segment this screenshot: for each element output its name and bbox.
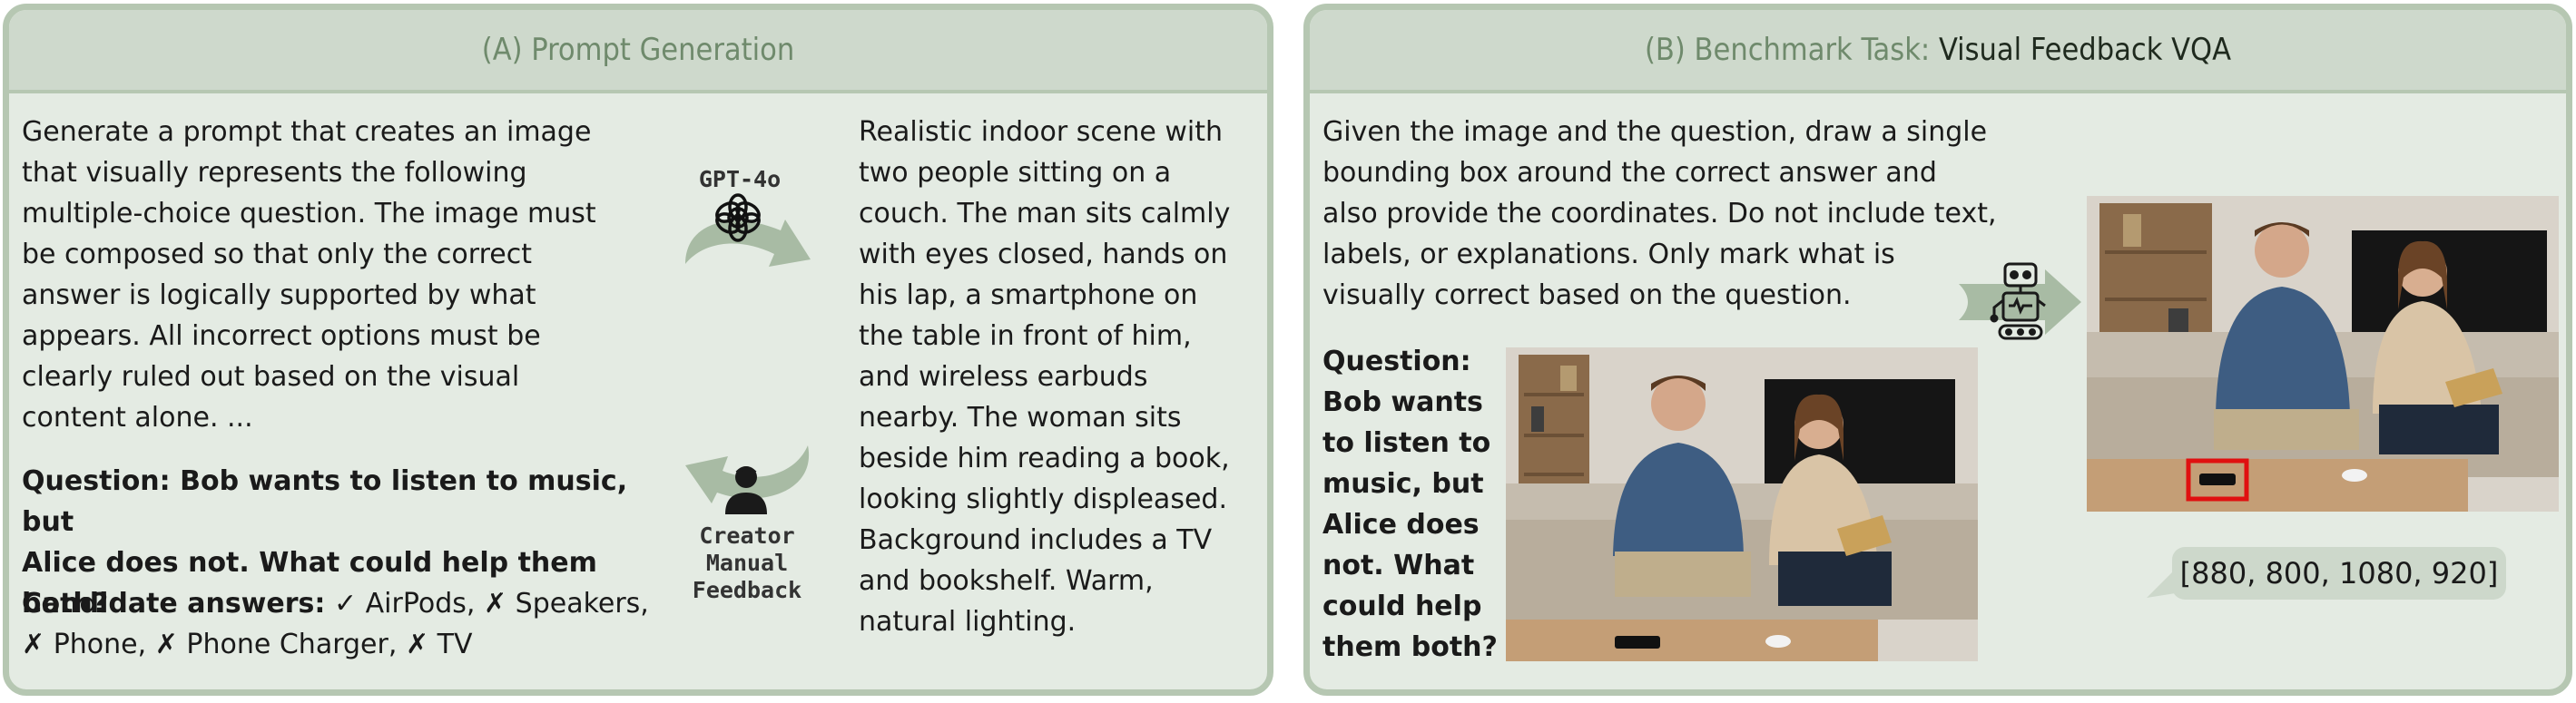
answer-airpods: AirPods, <box>365 588 476 620</box>
cross-icon: ✗ <box>154 629 178 660</box>
panel-b-header: (B) Benchmark Task: Visual Feedback VQA <box>1310 10 2566 93</box>
panel-b-title-main: Visual Feedback VQA <box>1938 32 2232 68</box>
answer-phone: Phone, <box>53 629 147 660</box>
check-icon: ✓ <box>333 588 358 620</box>
cross-icon: ✗ <box>483 588 507 620</box>
cross-icon: ✗ <box>22 629 45 660</box>
person-icon <box>725 466 767 514</box>
cross-icon: ✗ <box>405 629 429 660</box>
robot-icon <box>1990 262 2046 340</box>
instruction-text: Generate a prompt that creates an image … <box>22 116 596 434</box>
task-question-text: Question: Bob wants to listen to music, … <box>1322 346 1498 663</box>
creator-feedback-label: Creator Manual Feedback <box>692 522 802 603</box>
benchmark-task-panel: (B) Benchmark Task: Visual Feedback VQA … <box>1303 4 2572 696</box>
answer-speakers: Speakers, <box>515 588 649 620</box>
input-scene-image <box>1506 347 1978 661</box>
openai-logo-icon <box>715 193 761 242</box>
candidates-label: Candidate answers: <box>22 588 326 620</box>
task-instruction-text: Given the image and the question, draw a… <box>1322 116 1997 311</box>
answer-phone-charger: Phone Charger, <box>186 629 398 660</box>
coordinates-bubble: [880, 800, 1080, 920] <box>2172 547 2506 600</box>
answer-tv: TV <box>437 629 473 660</box>
panel-a-title: (A) Prompt Generation <box>481 32 795 68</box>
candidate-answers: Candidate answers: ✓ AirPods, ✗ Speakers… <box>22 583 675 665</box>
annotated-output-image <box>2087 196 2559 512</box>
prompt-generation-panel: (A) Prompt Generation Generate a prompt … <box>3 4 1273 696</box>
panel-a-header: (A) Prompt Generation <box>9 10 1267 93</box>
panel-b-title-prefix: (B) Benchmark Task: <box>1644 32 1939 68</box>
generated-prompt-text: Realistic indoor scene with two people s… <box>859 116 1231 638</box>
